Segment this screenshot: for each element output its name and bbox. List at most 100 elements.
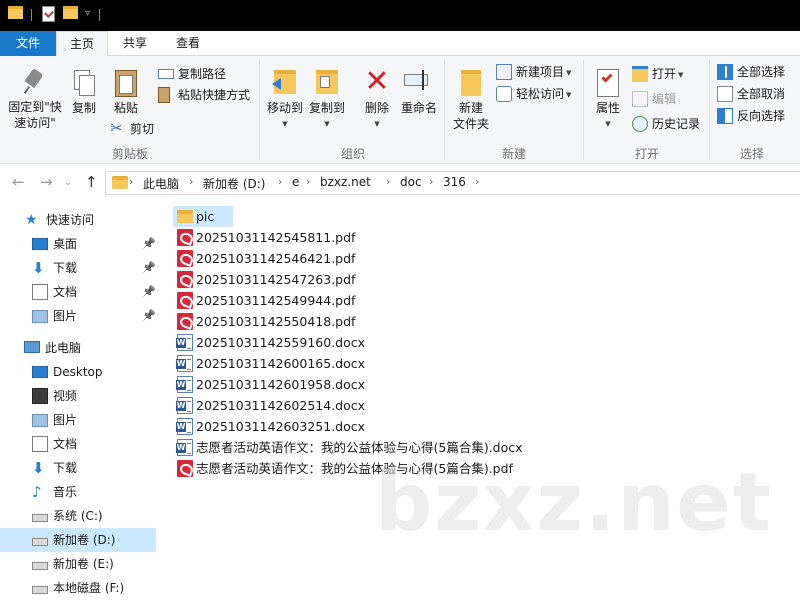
select-none-label: 全部取消 [737,87,786,101]
computer-icon [24,341,40,353]
word-document-icon [176,355,193,372]
breadcrumb-chevron-icon[interactable]: › [278,175,282,188]
breadcrumb-item[interactable]: 此电脑 [143,175,179,192]
nav-item[interactable]: 图片 [0,408,156,432]
nav-item[interactable]: 文档 [0,432,156,456]
properties-button[interactable]: 属性 ▼ [590,68,626,132]
rename-button[interactable]: 重命名 [398,66,440,116]
delete-button[interactable]: ✕ 删除 ▼ [359,66,395,132]
nav-item[interactable]: 系统 (C:) [0,504,156,528]
word-document-icon [176,376,193,393]
breadcrumb-chevron-icon[interactable]: › [306,175,310,188]
breadcrumb-chevron-icon[interactable]: › [129,175,133,188]
copy-button[interactable]: 复制 [68,68,100,116]
open-label: 打开 [652,67,677,81]
file-name: 20251031142546421.pdf [196,251,356,266]
address-bar[interactable]: › 此电脑 › 新加卷 (D:) › e › bzxz.net › doc › 316 › [105,171,800,195]
copy-to-button[interactable]: 复制到 ▼ [306,66,348,132]
word-document-icon [176,334,193,351]
nav-item[interactable]: 图片 📌 [0,304,156,328]
cut-label: 剪切 [130,122,155,136]
forward-arrow-icon[interactable]: → [40,173,53,191]
nav-item[interactable]: 本地磁盘 (F:) [0,576,156,600]
nav-item[interactable]: 视频 [0,384,156,408]
pdf-file-icon [177,292,193,309]
up-arrow-icon[interactable]: ↑ [85,173,98,191]
nav-item-label: 桌面 [53,237,78,251]
copy-path-label: 复制路径 [178,67,227,81]
edit-label: 编辑 [652,92,677,106]
breadcrumb-item[interactable]: 316 [443,175,466,189]
nav-item-label: 图片 [53,309,78,323]
nav-item[interactable]: 桌面 📌 [0,232,156,256]
recent-locations-chevron-icon[interactable]: ⌄ [64,177,72,188]
move-to-button[interactable]: 移动到 ▼ [264,66,306,132]
paste-icon [110,68,142,98]
folder-item[interactable]: pic [173,206,233,227]
pdf-file-icon [177,313,193,330]
pin-icon: 📌 [142,309,156,322]
breadcrumb-chevron-icon[interactable]: › [429,175,433,188]
select-none-button[interactable]: 全部取消 [717,84,785,104]
nav-item-label: 此电脑 [45,341,82,355]
properties-quick-icon[interactable] [42,6,55,22]
cut-button[interactable]: ✂ 剪切 [110,119,154,139]
breadcrumb-chevron-icon[interactable]: › [475,175,479,188]
download-arrow-icon: ⬇ [32,459,45,477]
breadcrumb-item[interactable]: doc [400,175,422,189]
breadcrumb-item[interactable]: bzxz.net [320,175,371,189]
breadcrumb-item[interactable]: 新加卷 (D:) [203,175,265,192]
tab-view[interactable]: 查看 [162,31,214,56]
open-button[interactable]: 打开 ▼ [632,64,683,84]
nav-item[interactable]: Desktop [0,360,156,384]
invert-selection-button[interactable]: 反向选择 [717,106,785,126]
select-all-icon [717,64,733,80]
new-folder-quick-icon[interactable] [63,6,78,19]
tab-home[interactable]: 主页 [56,31,108,57]
easy-access-label: 轻松访问 [516,87,565,101]
new-item-button[interactable]: 新建项目 ▼ [496,62,571,82]
file-name: 20251031142559160.docx [196,335,366,350]
nav-item-label: 新加卷 (D:) [53,533,116,547]
move-to-icon [264,66,306,98]
breadcrumb-item[interactable]: e [292,175,299,189]
breadcrumb-chevron-icon[interactable]: › [386,175,390,188]
pin-icon: 📌 [142,261,156,274]
nav-item[interactable]: 新加卷 (D:) [0,528,156,552]
nav-item[interactable]: 新加卷 (E:) [0,552,156,576]
paste-shortcut-button[interactable]: 粘贴快捷方式 [158,85,250,105]
file-name: pic [196,209,215,224]
nav-item[interactable]: 此电脑 [0,336,156,360]
nav-item-label: 下载 [53,461,78,475]
word-document-icon [176,397,193,414]
nav-item[interactable]: ★ 快速访问 [0,208,156,232]
select-all-button[interactable]: 全部选择 [717,62,785,82]
file-name: 志愿者活动英语作文：我的公益体验与心得(5篇合集).pdf [196,461,513,476]
nav-item[interactable]: ⬇ 下载 📌 [0,256,156,280]
folder-icon [112,176,128,189]
nav-item-label: 本地磁盘 (F:) [53,581,125,595]
copy-label: 复制 [71,101,96,115]
customize-quick-access-icon[interactable]: ▿ [85,8,90,19]
breadcrumb-chevron-icon[interactable]: › [189,175,193,188]
edit-button[interactable]: 编辑 [632,89,676,109]
new-item-icon [496,64,512,80]
tab-share[interactable]: 共享 [110,31,160,56]
tab-file[interactable]: 文件 [0,31,56,56]
easy-access-button[interactable]: 轻松访问 ▼ [496,84,571,104]
nav-item[interactable]: ⬇ 下载 [0,456,156,480]
pin-label-1: 固定到"快 [8,100,62,114]
back-arrow-icon[interactable]: ← [12,173,25,191]
group-separator [583,60,584,160]
history-button[interactable]: 历史记录 [632,114,700,134]
nav-item[interactable]: 文档 📌 [0,280,156,304]
new-folder-button[interactable]: 新建 文件夹 [450,68,492,132]
group-separator [709,60,710,160]
pin-to-quick-access-button[interactable]: 固定到"快 速访问" [4,68,66,131]
file-name: 20251031142603251.docx [196,419,366,434]
copy-icon [68,68,100,98]
nav-item[interactable]: ♪ 音乐 [0,480,156,504]
paste-button[interactable]: 粘贴 [110,68,142,116]
folder-icon [8,6,23,19]
copy-path-button[interactable]: 复制路径 [158,64,226,84]
